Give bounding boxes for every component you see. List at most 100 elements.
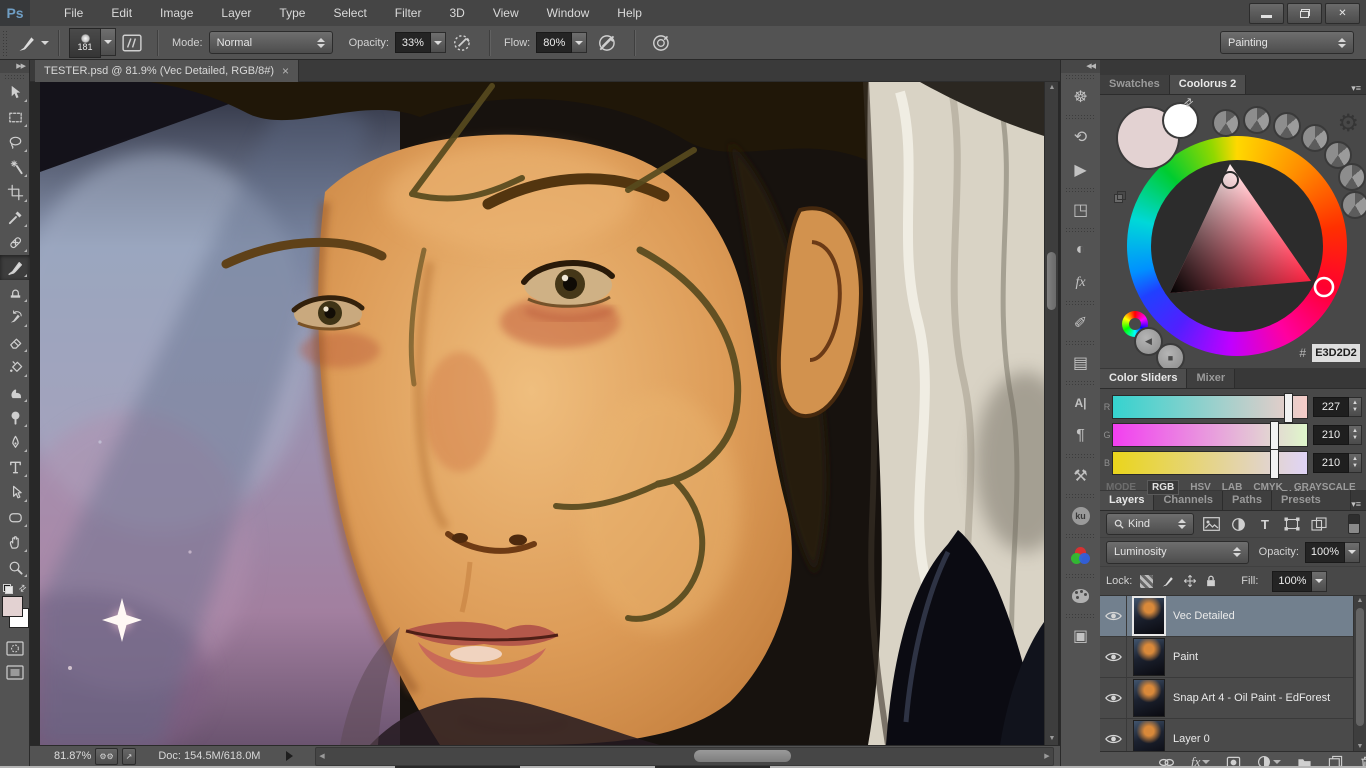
toolbar-grip[interactable] [4,74,25,79]
layer-row-snap-art[interactable]: Snap Art 4 - Oil Paint - EdForest [1100,678,1353,719]
red-slider[interactable] [1112,395,1308,419]
dodge-tool[interactable] [0,405,30,430]
scroll-down-icon[interactable]: ▼ [1045,733,1059,745]
layer-name[interactable]: Vec Detailed [1173,610,1235,622]
tablet-pressure-opacity-icon[interactable] [452,33,474,53]
red-stepper[interactable]: ▲▼ [1349,397,1362,417]
scroll-right-icon[interactable]: ▶ [1041,748,1053,765]
blue-stepper[interactable]: ▲▼ [1349,453,1362,473]
blue-slider[interactable] [1112,451,1308,475]
menu-help[interactable]: Help [603,0,656,26]
square-mode-button[interactable]: ■ [1156,343,1185,368]
vertical-scroll-thumb[interactable] [1047,252,1056,310]
menu-file[interactable]: File [50,0,97,26]
layer-list-scrollbar[interactable]: ▲ ▼ [1353,596,1366,751]
history-brush-tool[interactable] [0,305,30,330]
eraser-tool[interactable] [0,330,30,355]
gear-icon[interactable]: ⚙ [1337,109,1359,138]
layer-opacity-control[interactable]: 100% [1305,542,1360,563]
crop-tool[interactable] [0,180,30,205]
menu-window[interactable]: Window [533,0,604,26]
lock-position-icon[interactable] [1183,574,1197,588]
filter-shape-layers-icon[interactable] [1282,517,1302,531]
scroll-left-icon[interactable]: ◀ [316,748,328,765]
share-button[interactable]: ↗ [122,748,137,765]
canvas[interactable] [40,82,1044,745]
layer-thumbnail[interactable] [1134,639,1164,675]
filter-kind-select[interactable]: Kind [1106,513,1194,535]
menu-select[interactable]: Select [319,0,380,26]
rail-grip[interactable] [1065,613,1096,618]
hex-value-field[interactable]: E3D2D2 [1312,344,1360,362]
rail-grip[interactable] [1065,227,1096,232]
green-value[interactable]: 210 [1313,425,1349,445]
background-color-circle[interactable] [1164,104,1197,137]
green-stepper[interactable]: ▲▼ [1349,425,1362,445]
lasso-tool[interactable] [0,130,30,155]
smudge-tool[interactable] [0,380,30,405]
mode-rgb[interactable]: RGB [1147,480,1179,495]
fill-control[interactable]: 100% [1272,571,1327,592]
vertical-scrollbar[interactable]: ▲ ▼ [1044,82,1058,745]
paint-bucket-tool[interactable] [0,355,30,380]
rail-grip[interactable] [1065,573,1096,578]
filter-type-layers-icon[interactable]: T [1255,517,1275,532]
scroll-down-icon[interactable]: ▼ [1354,743,1366,750]
rail-grip[interactable] [1065,380,1096,385]
type-tool[interactable] [0,455,30,480]
blend-mode-select[interactable]: Normal [209,31,333,54]
history-panel-icon[interactable]: ⟲ [1061,120,1100,153]
mode-cmyk[interactable]: CMYK [1253,482,1282,493]
brush-size-dropdown[interactable] [101,28,116,56]
copy-color-icon[interactable] [1114,191,1126,203]
horizontal-scrollbar[interactable]: ◀ ▶ [315,747,1054,766]
scroll-up-icon[interactable]: ▲ [1354,597,1366,604]
scroll-up-icon[interactable]: ▲ [1045,82,1059,94]
hue-ring-cursor[interactable] [1315,278,1333,296]
layer-row-vec-detailed[interactable]: Vec Detailed [1100,596,1353,637]
brush-tool[interactable] [0,255,30,280]
path-selection-tool[interactable] [0,480,30,505]
fill-value[interactable]: 100% [1272,571,1312,592]
layer-name[interactable]: Snap Art 4 - Oil Paint - EdForest [1173,692,1330,704]
opacity-value[interactable]: 33% [395,32,431,53]
layer-opacity-dropdown[interactable] [1345,542,1360,563]
fill-dropdown[interactable] [1312,571,1327,592]
rail-grip[interactable] [1065,453,1096,458]
rail-collapse[interactable]: ◀◀ [1061,60,1100,73]
layer-row-paint[interactable]: Paint [1100,637,1353,678]
mode-grayscale[interactable]: GRAYSCALE [1294,482,1356,493]
menu-edit[interactable]: Edit [97,0,146,26]
status-popup-icon[interactable] [286,751,293,761]
adjustments-panel-icon[interactable]: ◐ [1061,233,1100,266]
mixer-panel-icon[interactable] [1061,579,1100,612]
foreground-color-swatch[interactable] [2,596,23,617]
triangle-cursor[interactable] [1222,172,1238,188]
minimize-button[interactable] [1249,3,1284,24]
toggle-brush-panel-button[interactable] [122,34,142,52]
layer-thumbnail[interactable] [1134,680,1164,716]
wheel-panel-icon[interactable]: ☸ [1061,80,1100,113]
menu-image[interactable]: Image [146,0,207,26]
coolorus-knob-2[interactable] [1243,106,1271,134]
tool-presets-panel-icon[interactable]: ✐ [1061,306,1100,339]
brush-tool-preset-button[interactable] [17,33,49,53]
tab-color-sliders[interactable]: Color Sliders [1100,369,1187,388]
rail-grip[interactable] [1065,187,1096,192]
actions-panel-icon[interactable]: ▶ [1061,153,1100,186]
tab-swatches[interactable]: Swatches [1100,75,1170,94]
document-tab[interactable]: TESTER.psd @ 81.9% (Vec Detailed, RGB/8#… [35,60,299,82]
tools-panel-icon[interactable]: ⚒ [1061,459,1100,492]
move-tool[interactable] [0,80,30,105]
visibility-toggle[interactable] [1100,637,1127,677]
green-slider[interactable] [1112,423,1308,447]
panel-menu-icon[interactable]: ▾≡ [1351,83,1366,94]
layer-row-layer-0[interactable]: Layer 0 [1100,719,1353,751]
layer-thumbnail[interactable] [1134,598,1164,634]
red-value[interactable]: 227 [1313,397,1349,417]
flow-control[interactable]: 80% [536,32,587,53]
coolorus-knob-7[interactable] [1341,191,1366,219]
materials-panel-icon[interactable]: ◳ [1061,193,1100,226]
zoom-level-field[interactable]: 81.87% [54,750,91,762]
green-slider-handle[interactable] [1270,421,1279,451]
